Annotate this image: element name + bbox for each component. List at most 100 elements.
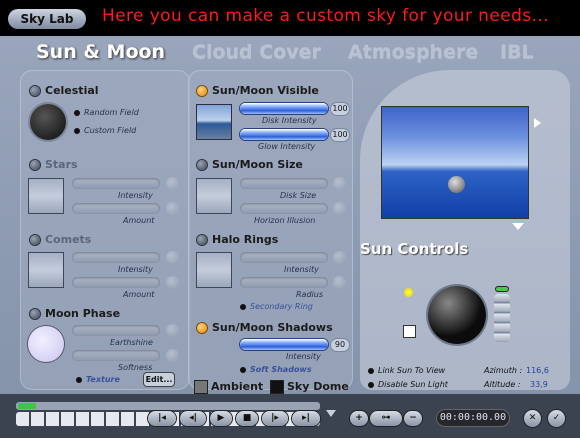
comets-amount-slider[interactable] (72, 277, 160, 288)
softness-slider[interactable] (72, 350, 160, 361)
celestial-preview (30, 104, 66, 140)
link-sun-radio[interactable] (368, 368, 374, 374)
first-frame-button[interactable]: |◂ (148, 411, 176, 426)
soft-shadows-label: Soft Shadows (250, 365, 312, 374)
preview-expand-icon[interactable] (534, 118, 541, 128)
timeline-dropdown-icon[interactable] (326, 410, 336, 417)
stars-thumbnail[interactable] (28, 178, 64, 214)
stars-intensity-slider[interactable] (72, 178, 160, 189)
stars-toggle[interactable] (30, 160, 40, 170)
intensity-led (496, 287, 508, 291)
sky-preview (382, 107, 528, 218)
sun-position-square-icon[interactable] (403, 325, 416, 338)
comets-label: Comets (45, 233, 92, 246)
sunmoon-visible-label: Sun/Moon Visible (212, 84, 319, 97)
shadow-intensity-value: 90 (331, 339, 349, 351)
timeline-track[interactable] (16, 402, 320, 410)
sun-position-knob[interactable] (428, 286, 486, 344)
disk-intensity-label: Disk Intensity (262, 116, 317, 125)
edit-button[interactable]: Edit... (144, 373, 174, 386)
celestial-label: Celestial (45, 84, 99, 97)
app-title: Sky Lab (8, 9, 86, 29)
tab-atmosphere[interactable]: Atmosphere (348, 41, 478, 63)
azimuth-label: Azimuth : (484, 366, 523, 375)
earthshine-value (166, 324, 179, 337)
moon-phase-label: Moon Phase (45, 307, 121, 320)
celestial-toggle[interactable] (30, 86, 40, 96)
disable-sun-radio[interactable] (368, 382, 374, 388)
sun-controls-title: Sun Controls (360, 240, 469, 258)
comets-intensity-value (166, 251, 179, 264)
preview-sphere (448, 176, 465, 193)
last-frame-button[interactable]: ▸| (292, 411, 320, 426)
sunmoon-size-label: Sun/Moon Size (212, 158, 303, 171)
halo-intensity-slider[interactable] (240, 252, 328, 263)
key-icon[interactable]: ⊶ (370, 411, 402, 426)
moon-phase-toggle[interactable] (30, 309, 40, 319)
altitude-value: 33,9 (530, 380, 548, 389)
check-icon[interactable]: ✓ (548, 410, 565, 427)
altitude-label: Altitude : (484, 380, 521, 389)
prev-frame-button[interactable]: ◂| (180, 411, 206, 426)
time-display: 00:00:00.00 (436, 409, 510, 427)
horizon-illusion-label: Horizon Illusion (254, 216, 316, 225)
soft-shadows-radio[interactable] (240, 367, 246, 373)
earthshine-slider[interactable] (72, 325, 160, 336)
sunmoon-size-thumbnail[interactable] (196, 178, 232, 214)
tab-cloud-cover[interactable]: Cloud Cover (192, 41, 321, 63)
comets-amount-label: Amount (123, 290, 155, 299)
halo-intensity-value (333, 251, 346, 264)
texture-radio[interactable] (76, 377, 82, 383)
comets-intensity-slider[interactable] (72, 252, 160, 263)
link-sun-label: Link Sun To View (378, 366, 446, 375)
glow-intensity-slider[interactable] (240, 129, 328, 140)
glow-intensity-label: Glow Intensity (258, 142, 316, 151)
comets-intensity-label: Intensity (118, 265, 153, 274)
comets-toggle[interactable] (30, 235, 40, 245)
shadows-toggle[interactable] (197, 323, 207, 333)
sun-intensity-stepper[interactable] (494, 294, 510, 342)
sky-dome-checkbox[interactable] (270, 380, 284, 394)
close-icon[interactable]: ✕ (524, 410, 541, 427)
disable-sun-label: Disable Sun Light (378, 380, 448, 389)
stars-amount-slider[interactable] (72, 203, 160, 214)
sunmoon-size-toggle[interactable] (197, 160, 207, 170)
halo-rings-toggle[interactable] (197, 235, 207, 245)
sky-lab-window: Sky Lab Here you can make a custom sky f… (0, 0, 580, 438)
sun-indicator-icon (404, 288, 413, 297)
secondary-ring-label: Secondary Ring (250, 302, 313, 311)
disk-intensity-value: 100 (331, 103, 349, 115)
shadow-intensity-slider[interactable] (240, 339, 328, 350)
stars-label: Stars (45, 158, 78, 171)
sunmoon-visible-toggle[interactable] (197, 86, 207, 96)
disk-intensity-slider[interactable] (240, 103, 328, 114)
preview-dropdown-icon[interactable] (512, 223, 524, 230)
timeline-playhead[interactable] (18, 403, 36, 409)
sky-dome-label: Sky Dome (287, 380, 349, 393)
radio-random-field[interactable] (74, 110, 80, 116)
softness-label: Softness (118, 363, 153, 372)
sunmoon-thumbnail[interactable] (196, 104, 232, 140)
moon-phase-preview[interactable] (28, 326, 64, 362)
horizon-illusion-slider[interactable] (240, 203, 328, 214)
play-icon[interactable]: ▶ (210, 411, 232, 426)
add-key-button[interactable]: + (350, 411, 368, 426)
disk-size-label: Disk Size (280, 191, 317, 200)
ambient-label: Ambient (211, 380, 264, 393)
remove-key-button[interactable]: − (404, 411, 422, 426)
halo-rings-thumbnail[interactable] (196, 252, 232, 288)
radio-custom-field[interactable] (74, 128, 80, 134)
secondary-ring-radio[interactable] (240, 304, 246, 310)
ambient-checkbox[interactable] (194, 380, 208, 394)
comets-thumbnail[interactable] (28, 252, 64, 288)
tab-ibl[interactable]: IBL (500, 41, 534, 63)
annotation-text: Here you can make a custom sky for your … (102, 6, 549, 26)
disk-size-slider[interactable] (240, 178, 328, 189)
stop-icon[interactable]: ■ (236, 411, 258, 426)
earthshine-label: Earthshine (110, 338, 153, 347)
halo-rings-label: Halo Rings (212, 233, 279, 246)
next-frame-button[interactable]: |▸ (262, 411, 288, 426)
glow-intensity-value: 100 (331, 129, 349, 141)
halo-radius-slider[interactable] (240, 277, 328, 288)
tab-sun-moon[interactable]: Sun & Moon (36, 41, 165, 63)
